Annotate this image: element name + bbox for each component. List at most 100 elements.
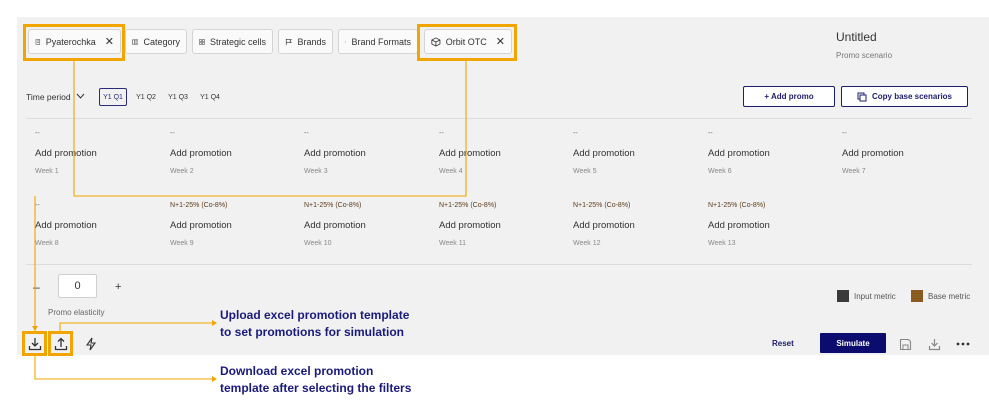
- add-promotion-link[interactable]: Add promotion: [573, 148, 693, 159]
- filter-chip-label: Brand Formats: [351, 36, 411, 47]
- add-promotion-link[interactable]: Add promotion: [170, 148, 290, 159]
- week-label: Week 1: [35, 168, 59, 175]
- copy-icon: [857, 92, 867, 101]
- filter-chip-retailer[interactable]: Pyaterochka ✕: [28, 29, 121, 54]
- more-options-button[interactable]: [951, 332, 975, 356]
- filter-chip-label: Category: [143, 36, 180, 47]
- week-cell[interactable]: -- Add promotion Week 4: [439, 130, 559, 175]
- week-cell[interactable]: -- Add promotion Week 7: [842, 130, 962, 175]
- simulate-button[interactable]: Simulate: [820, 333, 886, 353]
- add-promotion-link[interactable]: Add promotion: [439, 148, 559, 159]
- week-cell[interactable]: N+1-25% (Co-8%) Add promotion Week 11: [439, 202, 559, 247]
- upload-template-button[interactable]: [49, 332, 73, 356]
- week-promo-note: --: [708, 130, 713, 137]
- time-period-label[interactable]: Time period: [26, 92, 71, 102]
- category-icon: [132, 39, 139, 44]
- week-cell[interactable]: -- Add promotion Week 5: [573, 130, 693, 175]
- lightning-icon: [85, 337, 97, 351]
- week-promo-note: --: [842, 130, 847, 137]
- divider: [26, 118, 972, 119]
- upload-callout-line-1: Upload excel promotion template: [220, 308, 410, 322]
- week-label: Week 8: [35, 240, 59, 247]
- promo-scenario-screen: [17, 17, 989, 355]
- elasticity-label: Promo elasticity: [48, 308, 105, 317]
- quick-action-button[interactable]: [79, 332, 103, 356]
- upload-callout-line-2: to set promotions for simulation: [220, 325, 405, 339]
- close-icon[interactable]: ✕: [496, 35, 505, 48]
- week-promo-note: N+1-25% (Co-8%): [439, 202, 497, 209]
- week-label: Week 6: [708, 168, 732, 175]
- filter-chip-label: Orbit OTC: [445, 36, 487, 47]
- add-promotion-link[interactable]: Add promotion: [170, 220, 290, 231]
- week-cell[interactable]: -- Add promotion Week 6: [708, 130, 828, 175]
- export-button[interactable]: [922, 332, 946, 356]
- elasticity-increment-button[interactable]: +: [115, 281, 121, 293]
- week-label: Week 3: [304, 168, 328, 175]
- add-promotion-link[interactable]: Add promotion: [304, 148, 424, 159]
- add-promotion-link[interactable]: Add promotion: [439, 220, 559, 231]
- download-icon: [928, 338, 940, 350]
- week-cell[interactable]: -- Add promotion Week 8: [35, 202, 155, 247]
- filter-chip-strategic-cells[interactable]: Strategic cells: [192, 29, 273, 54]
- download-template-button[interactable]: [23, 332, 47, 356]
- close-icon[interactable]: ✕: [105, 35, 114, 48]
- legend-swatch-input: [837, 290, 849, 302]
- chevron-down-icon[interactable]: [76, 93, 85, 99]
- add-promotion-link[interactable]: Add promotion: [304, 220, 424, 231]
- download-callout-line-2: template after selecting the filters: [220, 381, 412, 395]
- elasticity-decrement-button[interactable]: –: [33, 280, 40, 294]
- filter-chip-brands[interactable]: Brands: [278, 29, 333, 54]
- week-label: Week 2: [170, 168, 194, 175]
- week-cell[interactable]: N+1-25% (Co-8%) Add promotion Week 12: [573, 202, 693, 247]
- week-cell[interactable]: N+1-25% (Co-8%) Add promotion Week 13: [708, 202, 828, 247]
- legend-label-base: Base metric: [928, 292, 971, 301]
- week-promo-note: --: [573, 130, 578, 137]
- divider: [26, 264, 972, 265]
- download-callout: Download excel promotion template after …: [220, 363, 411, 397]
- grid-icon: [199, 38, 205, 45]
- upload-icon: [54, 337, 68, 351]
- week-label: Week 12: [573, 240, 601, 247]
- week-promo-note: --: [35, 130, 40, 137]
- week-cell[interactable]: -- Add promotion Week 1: [35, 130, 155, 175]
- add-promo-button[interactable]: + Add promo: [743, 86, 835, 107]
- box-icon: [431, 36, 441, 47]
- upload-callout: Upload excel promotion template to set p…: [220, 307, 409, 341]
- quarter-tab-q4[interactable]: Y1 Q4: [196, 88, 224, 106]
- filter-chip-category[interactable]: Category: [125, 29, 187, 54]
- week-cell[interactable]: -- Add promotion Week 3: [304, 130, 424, 175]
- store-icon: [35, 38, 41, 45]
- week-promo-note: --: [439, 130, 444, 137]
- legend-swatch-base: [911, 290, 923, 302]
- week-promo-note: N+1-25% (Co-8%): [573, 202, 631, 209]
- week-label: Week 10: [304, 240, 332, 247]
- add-promotion-link[interactable]: Add promotion: [842, 148, 962, 159]
- add-promotion-link[interactable]: Add promotion: [35, 148, 155, 159]
- week-cell[interactable]: N+1-25% (Co-8%) Add promotion Week 9: [170, 202, 290, 247]
- flag-icon: [285, 38, 292, 45]
- filter-chip-brand-formats[interactable]: Brand Formats: [338, 29, 418, 54]
- add-promotion-link[interactable]: Add promotion: [35, 220, 155, 231]
- add-promotion-link[interactable]: Add promotion: [708, 148, 828, 159]
- filter-chip-label: Brands: [297, 36, 326, 47]
- elasticity-input[interactable]: 0: [58, 274, 97, 298]
- download-callout-line-1: Download excel promotion: [220, 364, 374, 378]
- week-cell[interactable]: -- Add promotion Week 2: [170, 130, 290, 175]
- quarter-tab-q1[interactable]: Y1 Q1: [99, 88, 127, 106]
- quarter-tab-q3[interactable]: Y1 Q3: [164, 88, 192, 106]
- week-promo-note: --: [170, 130, 175, 137]
- filter-chip-orbit[interactable]: Orbit OTC ✕: [424, 29, 512, 54]
- copy-base-scenarios-button[interactable]: Copy base scenarios: [841, 86, 968, 107]
- legend-label-input: Input metric: [854, 292, 896, 301]
- filter-chip-label: Pyaterochka: [45, 36, 96, 47]
- add-promotion-link[interactable]: Add promotion: [573, 220, 693, 231]
- quarter-tab-q2[interactable]: Y1 Q2: [132, 88, 160, 106]
- more-icon: [956, 342, 970, 346]
- week-promo-note: N+1-25% (Co-8%): [304, 202, 362, 209]
- add-promotion-link[interactable]: Add promotion: [708, 220, 828, 231]
- reset-button[interactable]: Reset: [772, 339, 794, 348]
- week-label: Week 11: [439, 240, 466, 247]
- save-icon: [899, 338, 911, 350]
- save-button[interactable]: [893, 332, 917, 356]
- week-cell[interactable]: N+1-25% (Co-8%) Add promotion Week 10: [304, 202, 424, 247]
